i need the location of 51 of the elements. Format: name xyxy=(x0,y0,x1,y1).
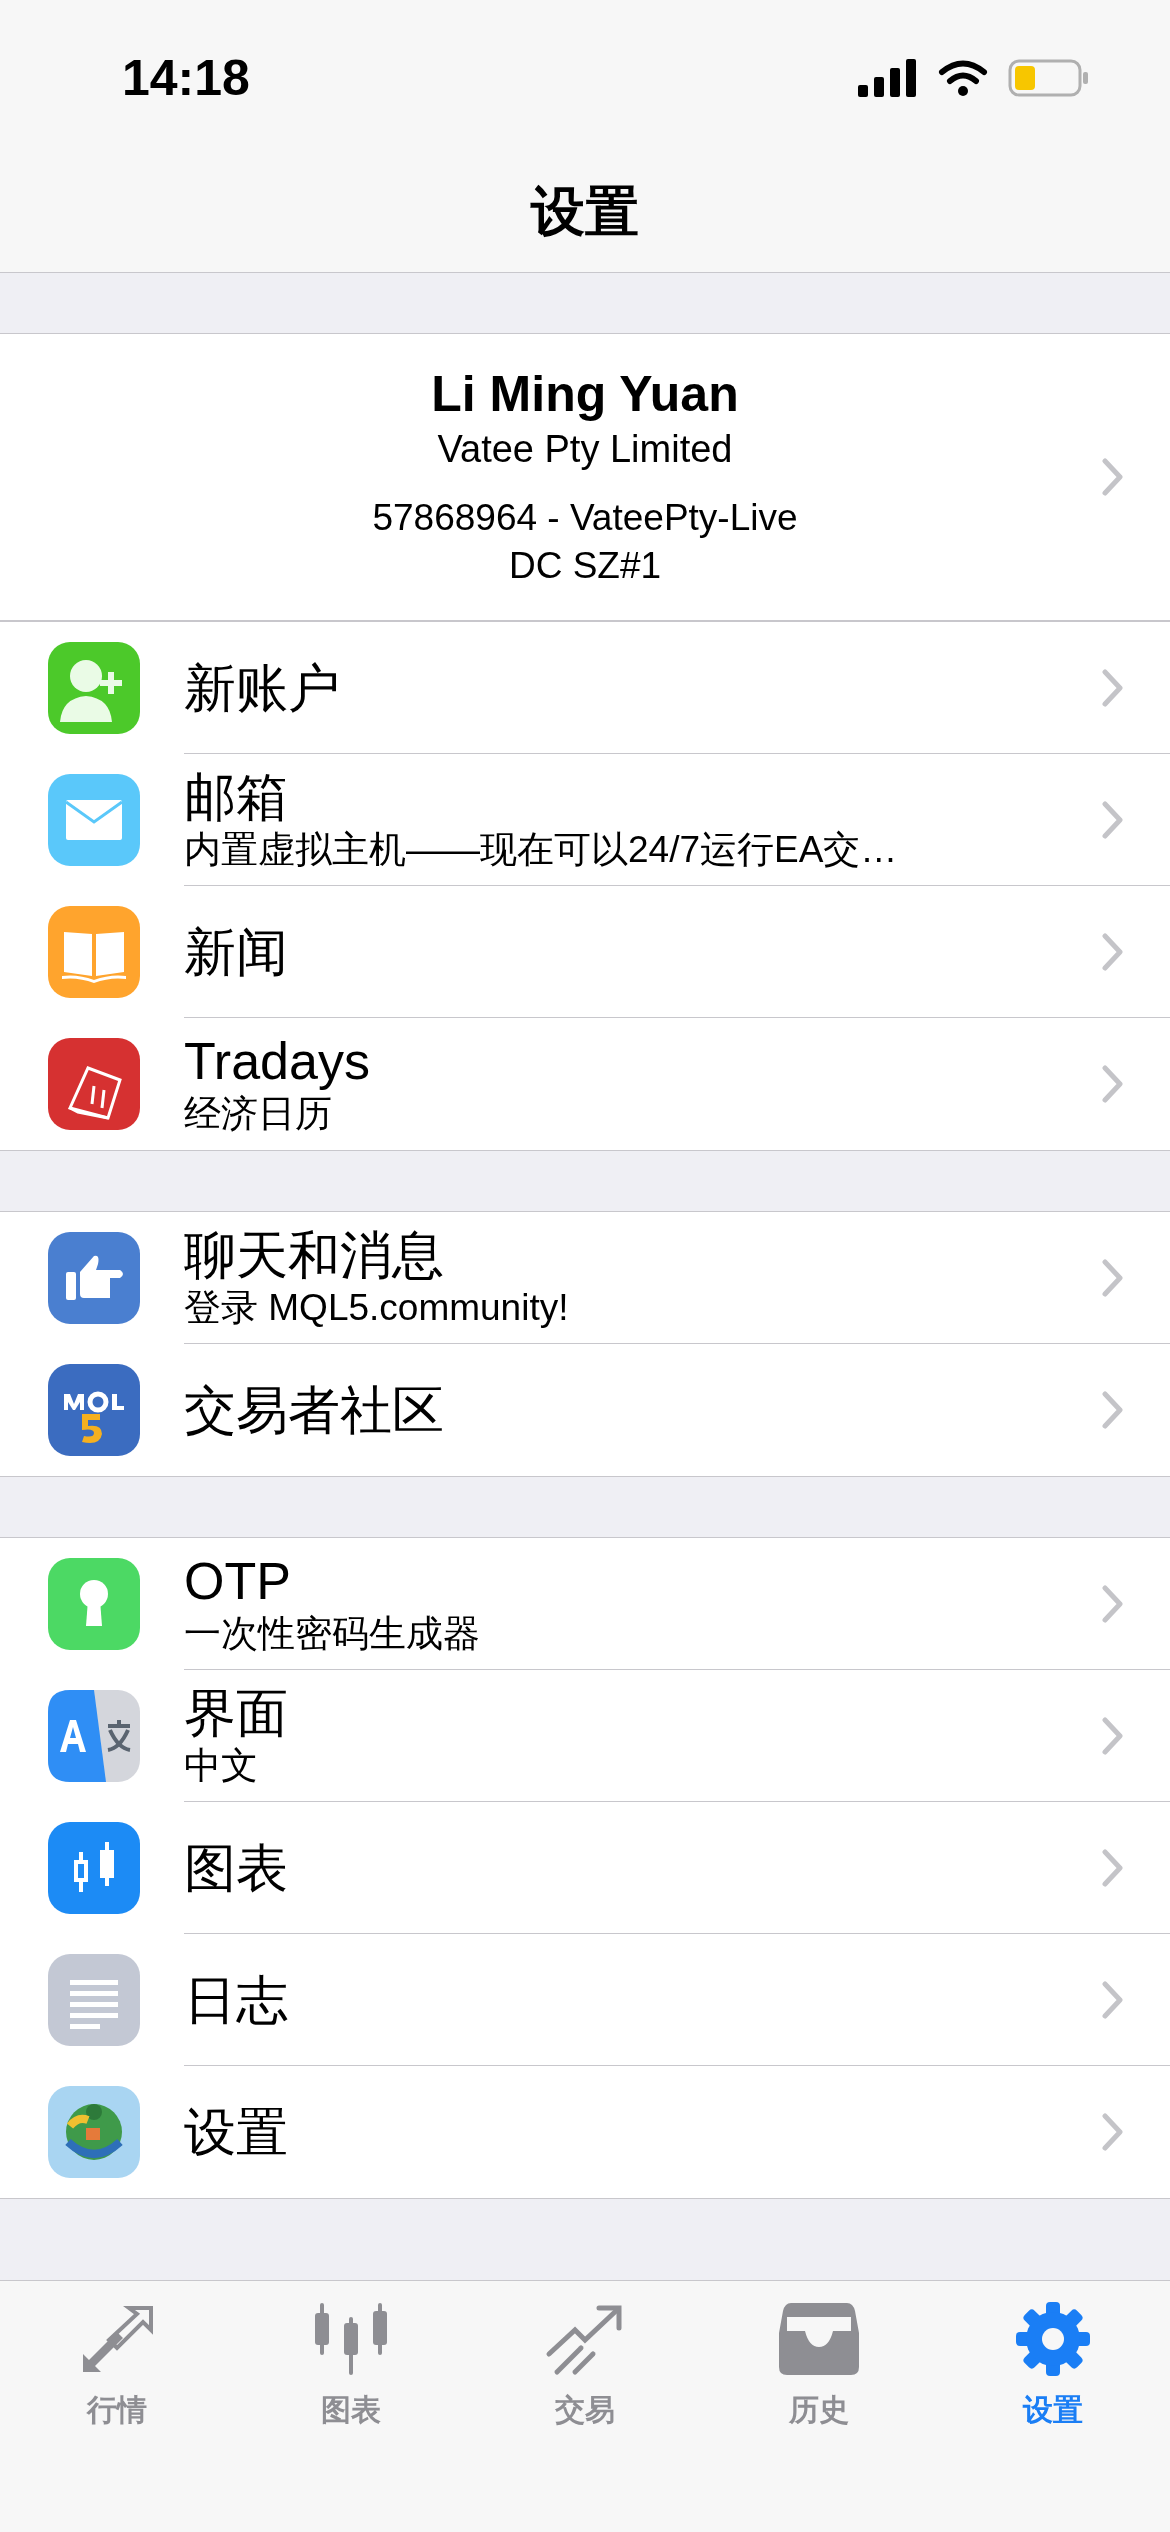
row-subtitle: 经济日历 xyxy=(184,1092,333,1136)
settings-icon xyxy=(1014,2300,1092,2378)
chevron-icon xyxy=(1102,1065,1124,1103)
row-title: 新账户 xyxy=(184,657,341,718)
row-title: 交易者社区 xyxy=(184,1380,445,1440)
row-title: 聊天和消息 xyxy=(184,1224,445,1285)
row-subtitle: 中文 xyxy=(184,1743,259,1788)
row-title: 设置 xyxy=(184,2102,289,2162)
tab-bar-item[interactable]: 设置 xyxy=(936,2299,1170,2432)
wifi-icon xyxy=(938,59,988,97)
trading-app-icon xyxy=(48,2086,140,2178)
row-title: OTP xyxy=(184,1550,292,1611)
account-name: Li Ming Yuan xyxy=(431,365,739,424)
add-person-icon xyxy=(48,642,140,734)
row-subtitle: 一次性密码生成器 xyxy=(184,1611,481,1656)
account-login: 57868964 - VateePty-Live xyxy=(372,496,798,540)
row-title: 日志 xyxy=(184,1969,289,2030)
chevron-icon xyxy=(1102,1848,1124,1887)
signal-icon xyxy=(858,59,918,97)
keyhole-icon xyxy=(48,1558,140,1650)
book-icon xyxy=(48,906,140,998)
chevron-icon xyxy=(1102,1391,1124,1429)
broker-name: Vatee Pty Limited xyxy=(437,427,733,472)
row-title: 邮箱 xyxy=(184,766,289,827)
battery-icon xyxy=(1008,59,1090,97)
row-title: 界面 xyxy=(184,1682,289,1743)
chevron-icon xyxy=(1102,1584,1124,1623)
chevron-icon xyxy=(1102,1980,1124,2019)
status-time: 14:18 xyxy=(122,48,250,108)
chevron-icon xyxy=(1102,2113,1124,2151)
translate-icon xyxy=(48,1690,140,1782)
row-subtitle: 登录 MQL5.community! xyxy=(184,1285,570,1330)
document-lines-icon xyxy=(48,1954,140,2046)
candlestick-icon xyxy=(48,1822,140,1914)
chevron-icon xyxy=(1102,932,1124,971)
server-name: DC SZ#1 xyxy=(508,544,662,588)
account-card[interactable]: Li Ming Yuan Vatee Pty Limited 57868964 - VateePty-Live DC SZ#1 xyxy=(0,333,1170,621)
pointing-hand-icon xyxy=(48,1232,140,1324)
chevron-icon xyxy=(1102,458,1124,496)
chevron-icon xyxy=(1102,1258,1124,1297)
row-title: 新闻 xyxy=(184,921,289,982)
chevron-icon xyxy=(1102,668,1124,707)
chevron-icon xyxy=(1102,1716,1124,1755)
row-title: 图表 xyxy=(184,1837,289,1898)
row-subtitle: 内置虚拟主机——现在可以24/7运行EA交… xyxy=(184,827,899,872)
chevron-icon xyxy=(1102,800,1124,839)
page-title: 设置 xyxy=(531,179,639,243)
inbox-tray-icon xyxy=(779,2303,859,2375)
community-logo-icon xyxy=(48,1364,140,1456)
row-title: Tradays xyxy=(184,1031,371,1091)
mail-icon xyxy=(48,774,140,866)
